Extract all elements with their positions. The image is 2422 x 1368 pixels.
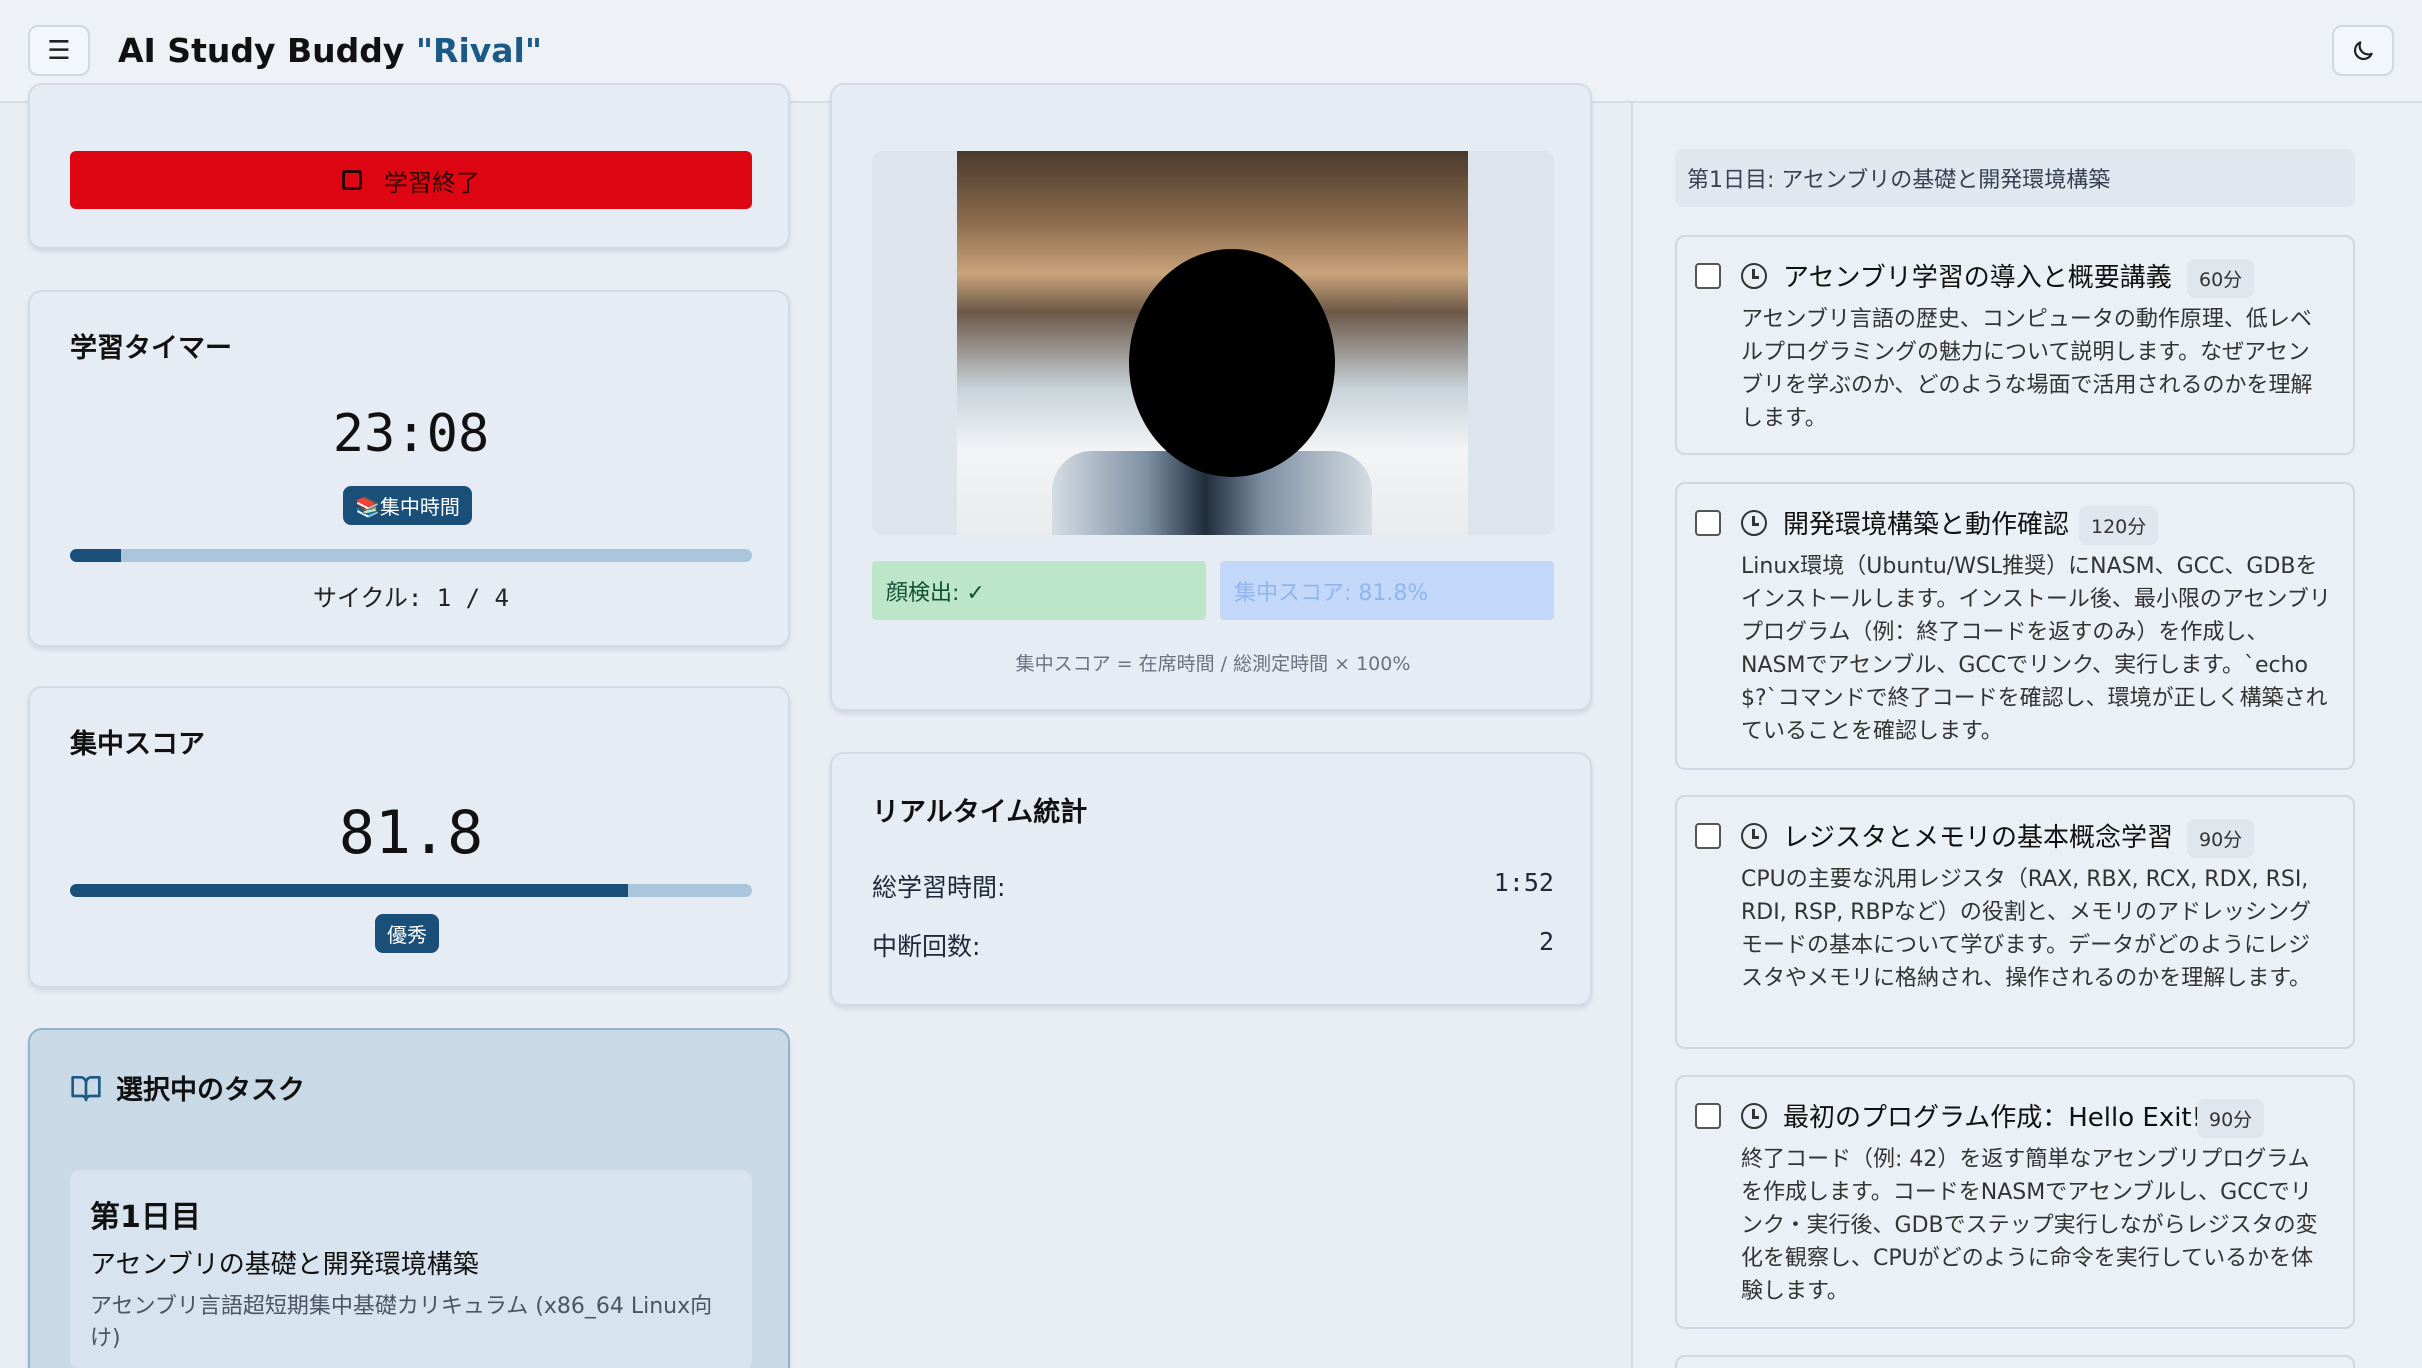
task-title: 開発環境構築と動作確認 (1783, 510, 2070, 540)
app-title-accent: "Rival" (415, 31, 543, 70)
camera-card: 顔検出: ✓ 集中スコア: 81.8% 集中スコア = 在席時間 / 総測定時間… (830, 83, 1592, 711)
focus-score-bar (70, 884, 752, 897)
face-detect-status: 顔検出: ✓ (872, 561, 1206, 620)
stop-study-label: 学習終了 (384, 168, 480, 197)
selected-task-details[interactable]: 第1日目 アセンブリの基礎と開発環境構築 アセンブリ言語超短期集中基礎カリキュラ… (70, 1170, 752, 1368)
selected-task-card: 選択中のタスク 第1日目 アセンブリの基礎と開発環境構築 アセンブリ言語超短期集… (28, 1028, 790, 1368)
task-duration-badge: 120分 (2079, 506, 2159, 545)
hamburger-menu-icon[interactable]: ☰ (28, 25, 90, 76)
selected-task-subject: アセンブリの基礎と開発環境構築 (90, 1250, 479, 1280)
focus-score-title: 集中スコア (70, 729, 205, 760)
focus-score-fill (70, 884, 628, 897)
task-item[interactable] (1675, 1355, 2355, 1368)
header-left: ☰ AI Study Buddy "Rival" (28, 25, 542, 76)
task-item[interactable]: アセンブリ学習の導入と概要講義 60分 アセンブリ言語の歴史、コンピュータの動作… (1675, 235, 2355, 455)
task-title: アセンブリ学習の導入と概要講義 (1783, 263, 2172, 293)
stat-total-time: 総学習時間: 1:52 (872, 868, 1554, 904)
controls-card: 学習終了 (28, 83, 790, 249)
task-duration-badge: 90分 (2197, 1099, 2265, 1138)
focus-score-value: 81.8 (338, 798, 484, 868)
task-description: CPUの主要な汎用レジスタ（RAX, RBX, RCX, RDX, RSI, R… (1741, 867, 2312, 991)
focus-mode-badge: 📚集中時間 (343, 486, 472, 525)
stat-interrupt-label: 中断回数: (872, 932, 981, 961)
selected-task-curriculum: アセンブリ言語超短期集中基礎カリキュラム (x86_64 Linux向け) (90, 1294, 713, 1351)
task-item[interactable]: 最初のプログラム作成：Hello Exit! 90分 終了コード（例: 42）を… (1675, 1075, 2355, 1329)
selected-task-day: 第1日目 (90, 1200, 201, 1235)
task-title: レジスタとメモリの基本概念学習 (1783, 823, 2174, 853)
app-title: AI Study Buddy "Rival" (118, 31, 542, 70)
day-header: 第1日目: アセンブリの基礎と開発環境構築 (1675, 149, 2355, 207)
theme-toggle-button[interactable] (2332, 25, 2394, 76)
task-checkbox[interactable] (1695, 510, 1721, 536)
face-mask (1129, 249, 1335, 477)
camera-feed (872, 151, 1554, 535)
clock-icon (1741, 263, 1767, 289)
stat-interrupt-value: 2 (1538, 927, 1554, 956)
task-description: 終了コード（例: 42）を返す簡単なアセンブリプログラムを作成します。コードをN… (1741, 1147, 2318, 1304)
book-icon (71, 1075, 101, 1101)
clock-icon (1741, 823, 1767, 849)
selected-task-header: 選択中のタスク (70, 1068, 305, 1107)
task-duration-badge: 90分 (2187, 819, 2255, 858)
timer-card: 学習タイマー 23:08 📚集中時間 サイクル: 1 / 4 (28, 290, 790, 647)
task-item[interactable]: 開発環境構築と動作確認 120分 Linux環境（Ubuntu/WSL推奨）にN… (1675, 482, 2355, 770)
stat-interruptions: 中断回数: 2 (872, 927, 1554, 963)
task-title: 最初のプログラム作成：Hello Exit! (1783, 1103, 2203, 1133)
clock-icon (1741, 510, 1767, 536)
task-duration-badge: 60分 (2187, 259, 2255, 298)
task-item[interactable]: レジスタとメモリの基本概念学習 90分 CPUの主要な汎用レジスタ（RAX, R… (1675, 795, 2355, 1049)
camera-image (957, 151, 1468, 535)
timer-display: 23:08 (332, 404, 490, 464)
study-plan-panel: 第1日目: アセンブリの基礎と開発環境構築 アセンブリ学習の導入と概要講義 60… (1631, 103, 2422, 1368)
timer-title: 学習タイマー (70, 333, 232, 364)
task-description: アセンブリ言語の歴史、コンピュータの動作原理、低レベルプログラミングの魅力につい… (1741, 307, 2313, 431)
timer-progress-bar (70, 549, 752, 562)
task-checkbox[interactable] (1695, 1103, 1721, 1129)
cycle-text: サイクル: 1 / 4 (313, 584, 509, 612)
focus-score-card: 集中スコア 81.8 優秀 (28, 686, 790, 988)
app-title-main: AI Study Buddy (118, 31, 416, 70)
focus-score-status: 集中スコア: 81.8% (1220, 561, 1554, 620)
task-checkbox[interactable] (1695, 823, 1721, 849)
timer-progress-fill (70, 549, 122, 562)
grade-badge: 優秀 (375, 914, 439, 953)
stat-total-value: 1:52 (1493, 868, 1554, 897)
moon-icon (2353, 40, 2373, 60)
stop-square-icon (342, 170, 362, 190)
selected-task-title: 選択中のタスク (116, 1075, 305, 1106)
stats-title: リアルタイム統計 (872, 797, 1088, 828)
task-checkbox[interactable] (1695, 263, 1721, 289)
stats-card: リアルタイム統計 総学習時間: 1:52 中断回数: 2 (830, 752, 1592, 1006)
stop-study-button[interactable]: 学習終了 (70, 151, 752, 209)
clock-icon (1741, 1103, 1767, 1129)
task-description: Linux環境（Ubuntu/WSL推奨）にNASM、GCC、GDBをインストー… (1741, 554, 2331, 744)
stat-total-label: 総学習時間: (872, 873, 1006, 902)
focus-score-formula: 集中スコア = 在席時間 / 総測定時間 × 100% (1015, 653, 1411, 675)
